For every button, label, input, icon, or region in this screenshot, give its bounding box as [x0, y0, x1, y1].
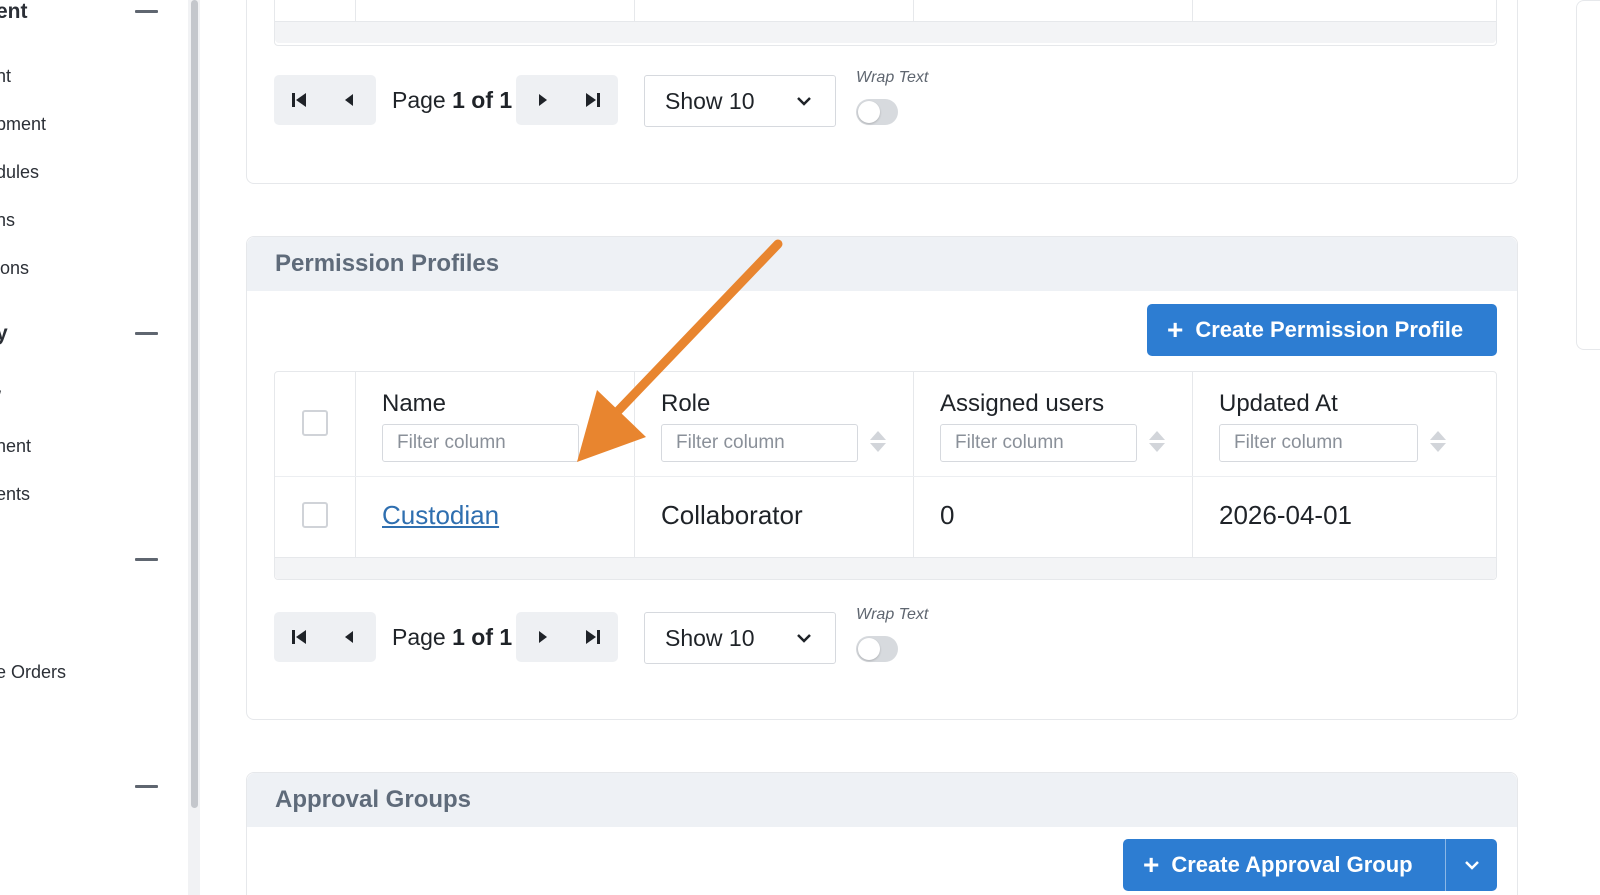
- sidebar-item[interactable]: e Orders: [0, 662, 66, 683]
- card-title: Permission Profiles: [275, 250, 500, 277]
- assigned-users-cell: 0: [940, 500, 955, 530]
- sort-icon[interactable]: [1429, 429, 1447, 455]
- chevron-down-icon: [797, 97, 811, 106]
- page-size-select[interactable]: Show 10: [644, 612, 836, 664]
- last-page-icon[interactable]: [568, 75, 618, 125]
- card-title: Approval Groups: [275, 786, 472, 813]
- assigned-users-filter-input[interactable]: [940, 424, 1137, 462]
- wrap-text-toggle[interactable]: [856, 636, 898, 662]
- card-header: Approval Groups: [247, 773, 1517, 827]
- create-approval-group-button[interactable]: + Create Approval Group: [1123, 839, 1497, 891]
- column-header-assigned-users[interactable]: Assigned users: [940, 390, 1104, 418]
- last-page-icon[interactable]: [568, 612, 618, 662]
- next-page-icon[interactable]: [518, 75, 568, 125]
- chevron-down-icon: [1464, 861, 1479, 870]
- select-all-checkbox[interactable]: [302, 410, 328, 436]
- sidebar-scrollbar[interactable]: [188, 0, 200, 895]
- page-indicator: Page 1 of 1: [392, 87, 513, 113]
- page-size-select[interactable]: Show 10: [644, 75, 836, 127]
- sidebar-item[interactable]: ns: [0, 210, 15, 231]
- right-panel-edge: [1576, 0, 1600, 350]
- wrap-text-toggle[interactable]: [856, 99, 898, 125]
- wrap-text-label: Wrap Text: [856, 69, 929, 86]
- collapse-icon[interactable]: [135, 785, 158, 788]
- wrap-text-label: Wrap Text: [856, 606, 929, 623]
- chevron-down-icon: [797, 634, 811, 643]
- role-filter-input[interactable]: [661, 424, 858, 462]
- name-filter-input[interactable]: [382, 424, 579, 462]
- create-permission-profile-button[interactable]: + Create Permission Profile: [1147, 304, 1497, 356]
- profile-name-link[interactable]: Custodian: [382, 500, 499, 531]
- create-approval-group-dropdown[interactable]: [1445, 839, 1497, 891]
- collapse-icon[interactable]: [135, 10, 158, 13]
- previous-section-card: Page 1 of 1 Show 10 Wrap Text: [246, 0, 1518, 184]
- card-header: Permission Profiles: [247, 237, 1517, 291]
- plus-icon: +: [1167, 314, 1184, 345]
- updated-at-cell: 2026-04-01: [1219, 500, 1352, 530]
- role-cell: Collaborator: [661, 500, 803, 530]
- permission-profiles-table: Name Role Assigned users Updated At Cust…: [274, 371, 1497, 580]
- column-header-updated-at[interactable]: Updated At: [1219, 390, 1338, 418]
- first-page-icon[interactable]: [274, 75, 324, 125]
- collapse-icon[interactable]: [135, 332, 158, 335]
- previous-table: [274, 0, 1497, 46]
- first-page-icon[interactable]: [274, 612, 324, 662]
- page-indicator: Page 1 of 1: [392, 624, 513, 650]
- sidebar-item[interactable]: ions: [0, 258, 29, 279]
- sort-icon[interactable]: [869, 429, 887, 455]
- sidebar-item[interactable]: dules: [0, 162, 39, 183]
- previous-page-icon[interactable]: [324, 612, 374, 662]
- scrollbar-thumb[interactable]: [191, 0, 198, 808]
- sort-icon[interactable]: [1148, 429, 1166, 455]
- sidebar-item[interactable]: /: [0, 388, 1, 409]
- sidebar-item[interactable]: nt: [0, 66, 11, 87]
- app-root: ent nt pment dules ns ions y / nent ents…: [0, 0, 1600, 895]
- approval-groups-card: Approval Groups + Create Approval Group: [246, 772, 1518, 895]
- permission-profiles-card: Permission Profiles + Create Permission …: [246, 236, 1518, 720]
- plus-icon: +: [1143, 849, 1160, 880]
- updated-at-filter-input[interactable]: [1219, 424, 1418, 462]
- next-page-icon[interactable]: [518, 612, 568, 662]
- collapse-icon[interactable]: [135, 558, 158, 561]
- sidebar-item[interactable]: nent: [0, 436, 31, 457]
- previous-page-icon[interactable]: [324, 75, 374, 125]
- column-header-name[interactable]: Name: [382, 390, 446, 418]
- sidebar-item[interactable]: pment: [0, 114, 46, 135]
- sidebar-group-heading[interactable]: y: [0, 322, 8, 346]
- sidebar-item[interactable]: ents: [0, 484, 30, 505]
- row-checkbox[interactable]: [302, 502, 328, 528]
- sidebar-group-heading[interactable]: ent: [0, 0, 28, 24]
- column-header-role[interactable]: Role: [661, 390, 710, 418]
- sidebar: ent nt pment dules ns ions y / nent ents…: [0, 0, 186, 895]
